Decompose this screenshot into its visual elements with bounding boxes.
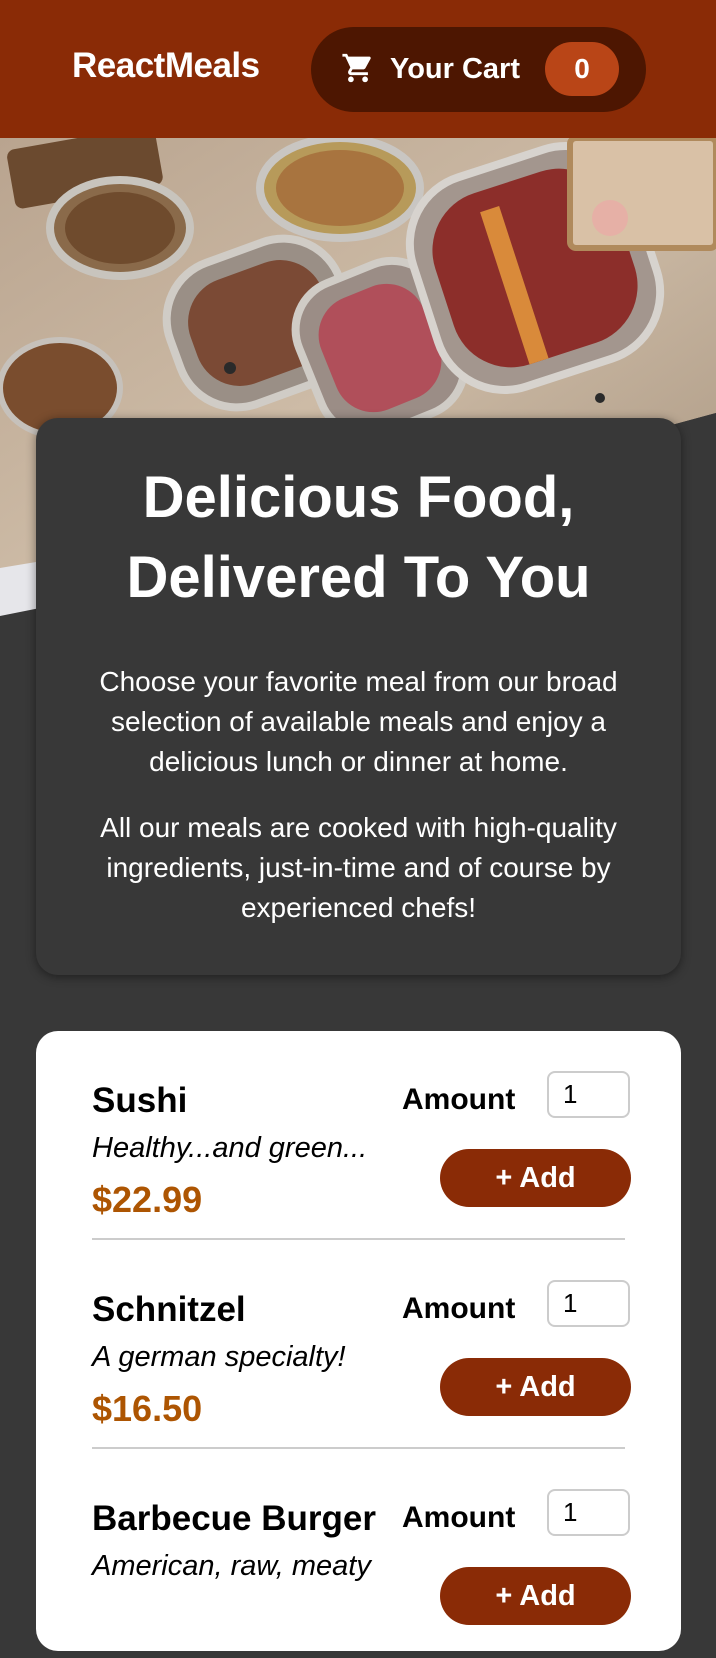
cart-count-badge: 0 (545, 42, 619, 96)
meal-item-barbecue-burger: Barbecue Burger American, raw, meaty Amo… (92, 1449, 631, 1658)
meal-name: Schnitzel (92, 1290, 246, 1329)
meal-price: $16.50 (92, 1388, 203, 1429)
meal-description: A german specialty! (92, 1341, 346, 1373)
amount-label: Amount (402, 1083, 516, 1116)
meal-name: Barbecue Burger (92, 1499, 376, 1538)
meal-price: $22.99 (92, 1179, 203, 1220)
meals-list: Sushi Healthy...and green... $22.99 Amou… (36, 1031, 681, 1651)
cart-icon (341, 51, 375, 85)
summary-title: Delicious Food, Delivered To You (76, 458, 641, 618)
app-header: ReactMeals Your Cart 0 (0, 0, 716, 138)
meal-item-sushi: Sushi Healthy...and green... $22.99 Amou… (92, 1031, 631, 1240)
meal-description: Healthy...and green... (92, 1132, 368, 1164)
add-button[interactable]: + Add (440, 1149, 631, 1207)
add-button[interactable]: + Add (440, 1567, 631, 1625)
cart-label: Your Cart (390, 53, 520, 85)
summary-paragraph-2: All our meals are cooked with high-quali… (100, 812, 617, 923)
meal-name: Sushi (92, 1081, 188, 1120)
summary-title-line2: Delivered To You (126, 545, 591, 610)
amount-input[interactable] (547, 1280, 630, 1327)
amount-label: Amount (402, 1292, 516, 1325)
summary-title-line1: Delicious Food, (142, 465, 575, 530)
meal-description: American, raw, meaty (92, 1550, 371, 1582)
meal-item-schnitzel: Schnitzel A german specialty! $16.50 Amo… (92, 1240, 631, 1449)
brand-title: ReactMeals (72, 46, 260, 85)
summary-paragraph-1: Choose your favorite meal from our broad… (99, 666, 618, 777)
meals-summary: Delicious Food, Delivered To You Choose … (36, 418, 681, 975)
amount-label: Amount (402, 1501, 516, 1534)
amount-input[interactable] (547, 1489, 630, 1536)
amount-input[interactable] (547, 1071, 630, 1118)
cart-button[interactable]: Your Cart 0 (311, 27, 646, 112)
add-button[interactable]: + Add (440, 1358, 631, 1416)
